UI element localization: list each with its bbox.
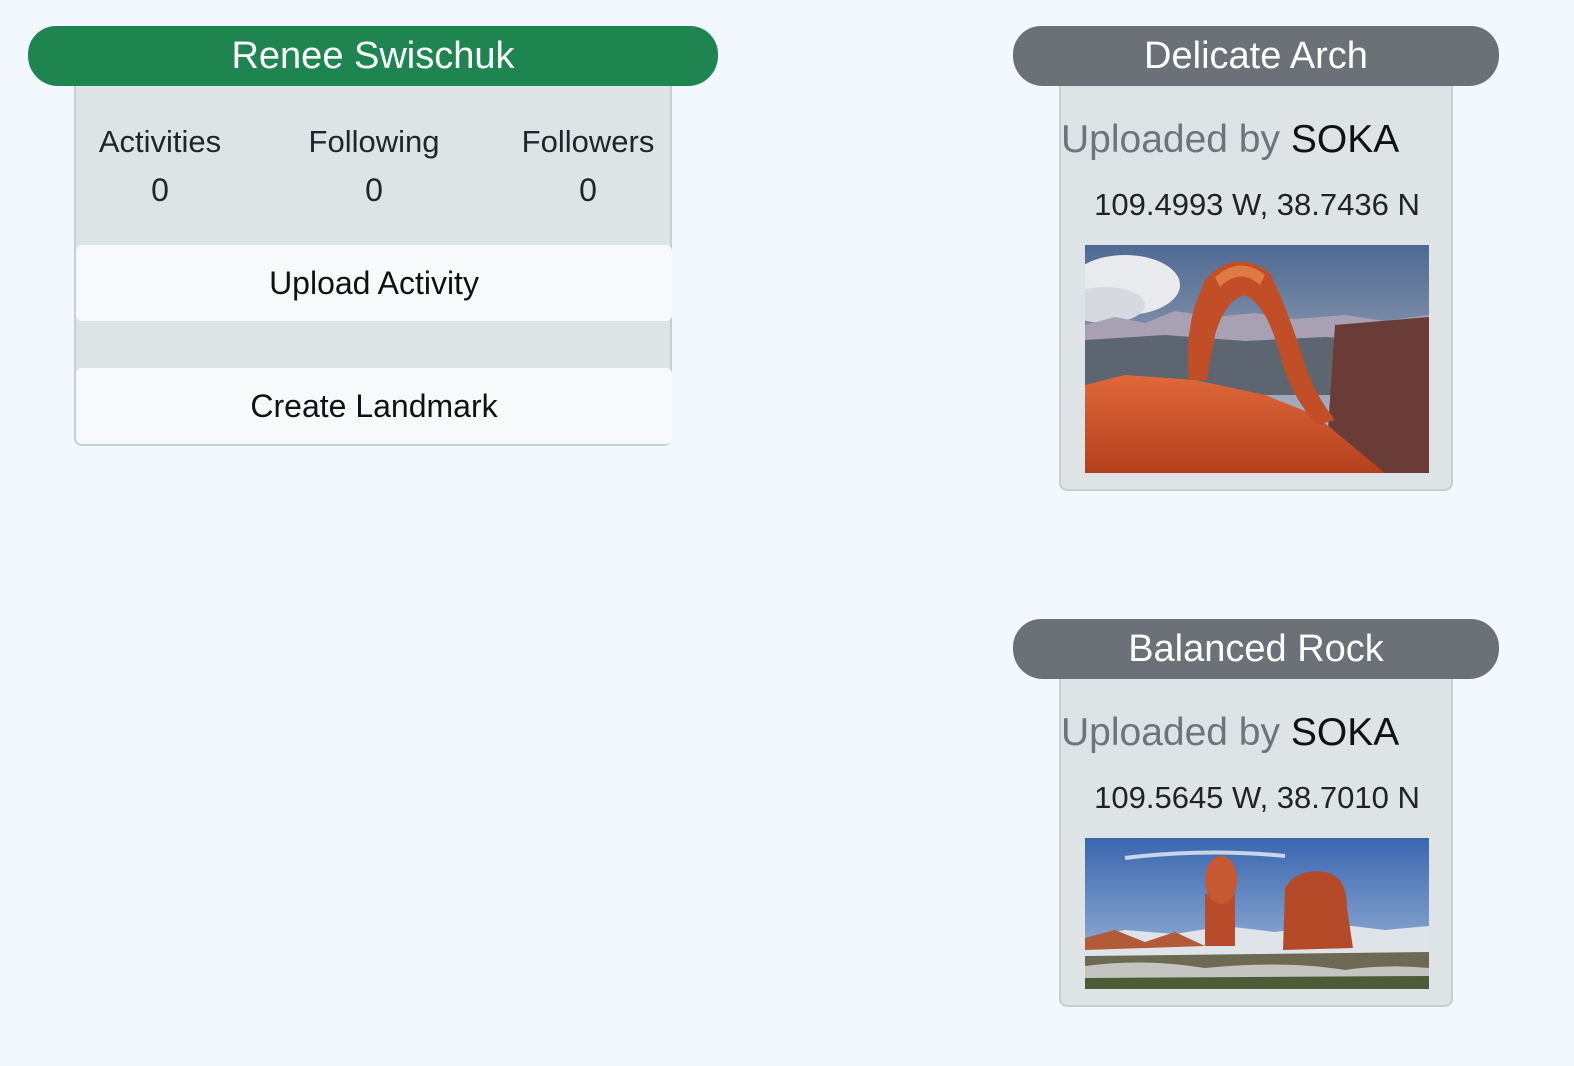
landmark-coordinates: 109.5645 W, 38.7010 N bbox=[1094, 780, 1420, 815]
delicate-arch-image bbox=[1085, 245, 1429, 473]
landmark-title-header[interactable]: Delicate Arch bbox=[1013, 26, 1499, 86]
stat-value: 0 bbox=[365, 172, 383, 208]
landmark-card: Uploaded by SOKA 109.5645 W, 38.7010 N bbox=[1059, 679, 1453, 1007]
create-landmark-button[interactable]: Create Landmark bbox=[76, 368, 672, 444]
stat-label: Following bbox=[308, 124, 440, 159]
profile-name-header: Renee Swischuk bbox=[28, 26, 718, 86]
landmark-title: Balanced Rock bbox=[1128, 627, 1384, 670]
stat-value: 0 bbox=[579, 172, 597, 208]
landmark-card: Uploaded by SOKA 109.4993 W, 38.7436 N bbox=[1059, 86, 1453, 491]
stat-value: 0 bbox=[151, 172, 169, 208]
uploader-name[interactable]: SOKA bbox=[1291, 118, 1399, 161]
upload-activity-button[interactable]: Upload Activity bbox=[76, 245, 672, 321]
balanced-rock-image bbox=[1085, 838, 1429, 989]
landmark-title: Delicate Arch bbox=[1144, 34, 1368, 77]
profile-name: Renee Swischuk bbox=[231, 34, 515, 77]
profile-panel: Activities 0 Following 0 Followers 0 Upl… bbox=[74, 86, 672, 446]
balanced-rock-photo[interactable] bbox=[1085, 838, 1429, 989]
stat-following[interactable]: Following 0 bbox=[267, 124, 481, 209]
uploaded-by: Uploaded by SOKA bbox=[1061, 118, 1453, 162]
uploaded-by-prefix: Uploaded by bbox=[1061, 711, 1280, 754]
stat-label: Followers bbox=[521, 124, 655, 159]
stat-label: Activities bbox=[98, 124, 222, 159]
stat-activities[interactable]: Activities 0 bbox=[53, 124, 267, 209]
uploaded-by-prefix: Uploaded by bbox=[1061, 118, 1280, 161]
uploader-name[interactable]: SOKA bbox=[1291, 711, 1399, 754]
landmark-title-header[interactable]: Balanced Rock bbox=[1013, 619, 1499, 679]
uploaded-by: Uploaded by SOKA bbox=[1061, 711, 1453, 755]
delicate-arch-photo[interactable] bbox=[1085, 245, 1429, 473]
stat-followers[interactable]: Followers 0 bbox=[481, 124, 695, 209]
landmark-coordinates: 109.4993 W, 38.7436 N bbox=[1094, 187, 1420, 222]
